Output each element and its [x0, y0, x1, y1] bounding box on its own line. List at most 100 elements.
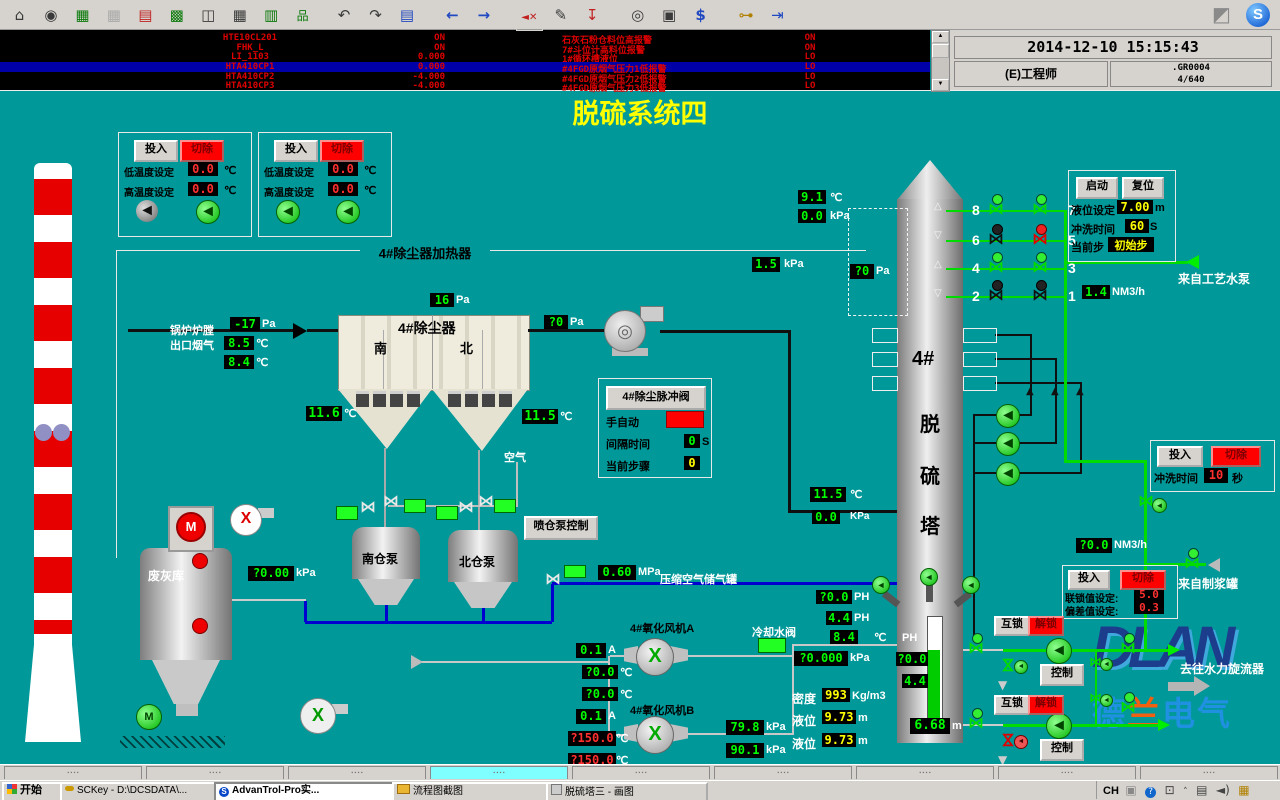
back-icon[interactable]: ← [439, 3, 466, 28]
pump-icon[interactable]: ◄ [1046, 638, 1072, 664]
login-key-icon[interactable]: ⊶ [733, 3, 760, 28]
cost-icon[interactable]: $ [687, 3, 714, 28]
scroll-up-button[interactable]: ▲ [932, 31, 949, 43]
heater-b-high-value[interactable]: 0.0 [328, 182, 358, 196]
valve-icon[interactable]: ⋈ [458, 500, 474, 514]
heater-a-high-value[interactable]: 0.0 [188, 182, 218, 196]
screen-tab[interactable] [572, 766, 710, 779]
manual-auto-indicator[interactable] [666, 411, 704, 428]
tray-volume-icon[interactable]: ◄) [1216, 783, 1230, 797]
edit-note-icon[interactable]: ✎ [547, 3, 574, 28]
recirculation-pump-icon[interactable]: ◄ [996, 404, 1020, 428]
alarm-row-selected[interactable]: HTA410CP1 0.000 #4FGD原烟气压力1低报警 LO [0, 62, 930, 72]
bar-view-icon[interactable]: ▥ [258, 3, 285, 28]
heater-b-off-button[interactable]: 切除 [320, 140, 364, 162]
tray-expand-icon[interactable]: ˄ [1183, 787, 1188, 797]
pin-icon[interactable]: ↧ [579, 3, 606, 28]
flush-on-button[interactable]: 投入 [1157, 446, 1203, 467]
valve-icon[interactable]: ⋈ [383, 494, 399, 508]
wash-time-value[interactable]: 60 [1125, 219, 1149, 233]
tray-monitor-icon[interactable]: ⊡ [1165, 783, 1175, 797]
report-icon[interactable]: ▤ [132, 3, 159, 28]
heater-b-low-value[interactable]: 0.0 [328, 162, 358, 176]
network-tree-icon[interactable]: 品 [289, 4, 316, 29]
overview-icon[interactable]: ◉ [37, 3, 64, 28]
alarm-row[interactable]: FHK_L ON 7#斗位计高料位报警 ON [0, 43, 930, 52]
drain-valve-icon[interactable]: ⋈ [1001, 657, 1015, 673]
start-button[interactable]: 开始 [2, 782, 64, 800]
tray-notes-icon[interactable]: ▤ [1196, 783, 1207, 797]
pulse-valve-button[interactable]: 4#除尘脉冲阀 [606, 386, 706, 410]
interlock-button-2[interactable]: 互锁 [994, 695, 1030, 715]
deviation-set-value[interactable]: 0.3 [1134, 601, 1164, 614]
taskbar-item-folder[interactable]: 流程图截图 [392, 782, 550, 800]
heater-a-low-value[interactable]: 0.0 [188, 162, 218, 176]
interlock-on-button[interactable]: 投入 [1068, 570, 1110, 590]
control-button-1[interactable]: 控制 [1040, 664, 1084, 686]
exit-icon[interactable]: ⇥ [764, 3, 791, 28]
interval-value[interactable]: 0 [684, 434, 700, 448]
recirculation-pump-icon[interactable]: ◄ [996, 432, 1020, 456]
interlock-button-1[interactable]: 互锁 [994, 616, 1030, 636]
taskbar-item-sckey[interactable]: SCKey - D:\DCSDATA\... [60, 782, 218, 800]
user-box[interactable]: (E)工程师 [954, 61, 1108, 87]
pump-control-button[interactable]: 喷仓泵控制 [524, 516, 598, 540]
motor-icon[interactable]: M [176, 512, 206, 542]
scroll-down-button[interactable]: ▼ [932, 79, 949, 91]
motor-icon[interactable]: M [136, 704, 162, 730]
alarm-row[interactable]: HTE10CL201 ON 石灰石粉仓料位高报警 ON [0, 33, 930, 42]
tray-camera-icon[interactable]: ▣ [1125, 783, 1136, 797]
screen-tab[interactable] [714, 766, 852, 779]
wash-start-button[interactable]: 启动 [1076, 177, 1118, 199]
blower-fan-icon[interactable]: X [300, 698, 336, 734]
control-button-2[interactable]: 控制 [1040, 739, 1084, 761]
taskbar-item-advantrol[interactable]: SAdvanTrol-Pro实... [214, 782, 396, 800]
alarm-scrollbar[interactable]: ▲ ▼ [931, 30, 950, 92]
scroll-thumb[interactable] [932, 44, 949, 58]
language-indicator[interactable]: CH [1103, 785, 1119, 797]
tray-help-icon[interactable]: ? [1145, 787, 1156, 798]
level-set-value[interactable]: 7.00 [1117, 200, 1153, 214]
drain-valve-icon[interactable]: ⋈ [1001, 732, 1015, 748]
screen-tab[interactable] [1140, 766, 1278, 779]
home-icon[interactable]: ⌂ [6, 3, 33, 28]
pump-icon[interactable]: ◄ [1046, 713, 1072, 739]
heater-a-status-icon[interactable]: ◄ [136, 200, 158, 222]
cooling-valve-indicator[interactable] [758, 638, 786, 653]
alarm-row[interactable]: LI_1103 0.000 1#循环槽液位 LO [0, 52, 930, 61]
unlock-button-2[interactable]: 解锁 [1028, 695, 1064, 715]
valve-icon[interactable]: ⋈ [478, 494, 494, 508]
valve-icon[interactable]: ⋈ [545, 572, 561, 586]
print-icon[interactable]: ▣ [656, 3, 683, 28]
tray-network-icon[interactable]: ▦ [1238, 783, 1249, 797]
flush-time-value[interactable]: 10 [1204, 468, 1228, 483]
unlock-button-1[interactable]: 解锁 [1028, 616, 1064, 636]
group-display2-icon[interactable]: ▦ [100, 3, 127, 28]
vent-fan-icon[interactable]: X [230, 504, 262, 536]
valve-icon[interactable]: ⋈ [360, 500, 376, 514]
heater-a-off-button[interactable]: 切除 [180, 140, 224, 162]
screen-tab[interactable] [146, 766, 284, 779]
table-icon[interactable]: ▦ [226, 3, 253, 28]
screen-tab-active[interactable] [430, 766, 568, 779]
flush-off-button[interactable]: 切除 [1211, 446, 1261, 467]
recirculation-pump-icon[interactable]: ◄ [996, 462, 1020, 486]
heater-a-run-icon[interactable]: ◄ [196, 200, 220, 224]
forward-icon[interactable]: → [470, 3, 497, 28]
heater-b-on-button[interactable]: 投入 [274, 140, 318, 162]
taskbar-item-paint[interactable]: 脱硫塔三 - 画图 [546, 782, 708, 800]
group-display-icon[interactable]: ▦ [69, 3, 96, 28]
redo-icon[interactable]: ↷ [362, 3, 389, 28]
booster-fan-icon[interactable]: ◎ [604, 310, 646, 352]
heater-b-status-icon[interactable]: ◄ [276, 200, 300, 224]
heater-b-run-icon[interactable]: ◄ [336, 200, 360, 224]
screen-tab[interactable] [998, 766, 1136, 779]
oxidation-fan-a-icon[interactable]: X [636, 638, 674, 676]
wash-reset-button[interactable]: 复位 [1122, 177, 1164, 199]
screen-tab[interactable] [288, 766, 426, 779]
data-list-icon[interactable]: ◫ [195, 3, 222, 28]
oxidation-fan-b-icon[interactable]: X [636, 716, 674, 754]
screen-tab[interactable] [856, 766, 994, 779]
alarm-mute-icon[interactable]: ◄✕ [516, 6, 543, 31]
find-icon[interactable]: ◎ [624, 3, 651, 28]
